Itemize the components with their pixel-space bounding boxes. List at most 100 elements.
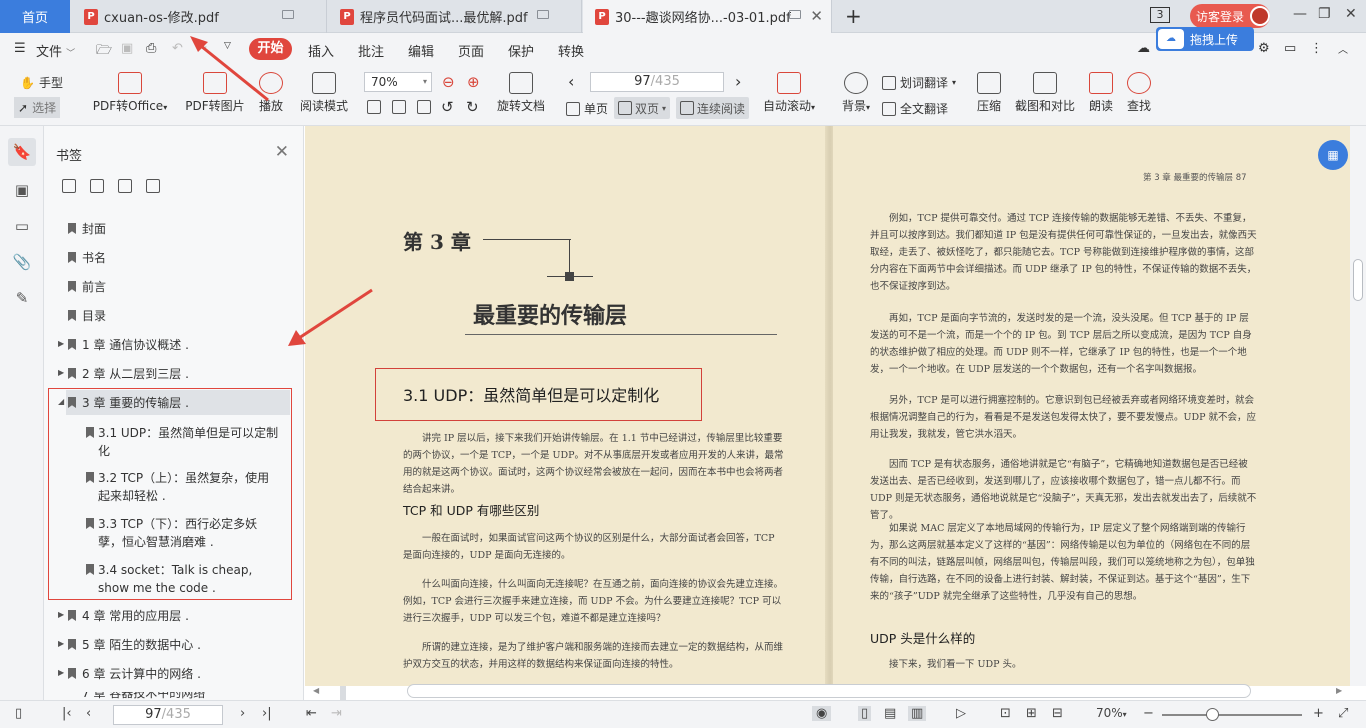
window-count-badge[interactable]: 3 bbox=[1150, 7, 1170, 23]
zoom-in-icon[interactable]: ⊕ bbox=[467, 73, 480, 91]
toggle-sidebar-icon[interactable]: ▯ bbox=[15, 706, 22, 721]
fit-page-icon[interactable]: ⊞ bbox=[1026, 706, 1037, 721]
menu-start[interactable]: 开始 bbox=[249, 38, 292, 60]
restore-icon[interactable]: ❐ bbox=[1318, 6, 1331, 22]
tab-document-3[interactable]: P 30---趣谈网络协...-03-01.pdf ✕ bbox=[583, 0, 832, 33]
last-page-icon[interactable]: ›| bbox=[262, 706, 272, 721]
new-tab-button[interactable]: + bbox=[845, 4, 862, 28]
scroll-right-icon[interactable]: ▶ bbox=[1336, 686, 1342, 695]
read-mode-button[interactable]: 阅读模式 bbox=[298, 72, 350, 114]
prev-page-icon[interactable]: ‹ bbox=[86, 706, 91, 721]
close-window-icon[interactable]: ✕ bbox=[1345, 6, 1357, 22]
actual-size-icon[interactable] bbox=[367, 100, 381, 114]
fit-width-icon[interactable] bbox=[417, 100, 431, 114]
zoom-out-icon[interactable]: ⊖ bbox=[442, 73, 455, 91]
annotation-icon[interactable]: ▭ bbox=[8, 212, 36, 240]
menu-insert[interactable]: 插入 bbox=[308, 41, 334, 60]
fit-page-icon[interactable] bbox=[392, 100, 406, 114]
open-folder-icon[interactable]: 🗁 bbox=[96, 41, 112, 63]
rotate-left-icon[interactable]: ↺ bbox=[441, 98, 454, 116]
menu-convert[interactable]: 转换 bbox=[558, 41, 584, 60]
expand-arrow-icon[interactable]: ▶ bbox=[58, 610, 64, 619]
minimize-icon[interactable]: — bbox=[1293, 6, 1307, 22]
single-page-view-icon[interactable]: ▯ bbox=[858, 706, 872, 721]
collapse-all-icon[interactable] bbox=[90, 179, 104, 193]
compress-button[interactable]: 压缩 bbox=[974, 72, 1004, 114]
zoom-slider[interactable] bbox=[1162, 714, 1302, 716]
rotate-document-button[interactable]: 旋转文档 bbox=[494, 72, 548, 114]
fit-width-icon[interactable]: ⊟ bbox=[1052, 706, 1063, 721]
fullscreen-icon[interactable]: ⤢ bbox=[1338, 706, 1348, 721]
actual-size-icon[interactable]: ⊡ bbox=[1000, 706, 1011, 721]
next-page-icon[interactable]: › bbox=[240, 706, 245, 721]
single-page-button[interactable]: 单页 bbox=[566, 100, 608, 117]
back-icon[interactable]: ⇤ bbox=[306, 706, 317, 721]
tab-document-1[interactable]: P cxuan-os-修改.pdf bbox=[72, 0, 327, 33]
expand-arrow-icon[interactable]: ▶ bbox=[58, 639, 64, 648]
read-aloud-button[interactable]: 朗读 bbox=[1086, 72, 1116, 114]
expand-arrow-icon[interactable]: ▶ bbox=[58, 368, 64, 377]
guest-login-button[interactable]: 访客登录 bbox=[1190, 4, 1270, 28]
first-page-icon[interactable]: |‹ bbox=[62, 706, 72, 721]
tab-home[interactable]: 首页 bbox=[0, 0, 70, 33]
document-viewer[interactable]: 第 3 章 最重要的传输层 3.1 UDP：虽然简单但是可以定制化 讲完 IP … bbox=[305, 126, 1350, 686]
status-page-input[interactable]: 97/435 bbox=[113, 705, 223, 725]
eye-protect-icon[interactable]: ◉ bbox=[812, 706, 832, 721]
chevron-down-icon[interactable]: ▽ bbox=[224, 41, 231, 51]
menu-edit[interactable]: 编辑 bbox=[408, 41, 434, 60]
select-tool[interactable]: ➚ 选择 bbox=[14, 97, 61, 118]
menu-file[interactable]: 文件 ﹀ bbox=[36, 41, 75, 60]
hamburger-icon[interactable]: ☰ bbox=[14, 41, 26, 56]
auto-scroll-button[interactable]: 自动滚动▾ bbox=[760, 72, 818, 114]
expand-arrow-icon[interactable]: ▶ bbox=[58, 339, 64, 348]
rotate-right-icon[interactable]: ↻ bbox=[466, 98, 479, 116]
hand-tool[interactable]: ✋ 手型 bbox=[20, 74, 63, 91]
attachment-icon[interactable]: 📎 bbox=[8, 248, 36, 276]
thumbnail-icon[interactable]: ▣ bbox=[8, 176, 36, 204]
double-page-button[interactable]: 双页 ▾ bbox=[614, 97, 671, 119]
double-page-view-icon[interactable]: ▥ bbox=[908, 706, 927, 721]
bookmark-outline-icon[interactable] bbox=[146, 179, 160, 193]
menu-page[interactable]: 页面 bbox=[458, 41, 484, 60]
close-tab-icon[interactable]: ✕ bbox=[810, 7, 823, 25]
full-translate-button[interactable]: 全文翻译 bbox=[882, 100, 948, 117]
bookmark-item[interactable]: 7 章 容器技术中的网络 bbox=[0, 692, 250, 700]
print-icon[interactable]: ⎙ bbox=[146, 41, 156, 56]
redo-icon[interactable]: ↷ bbox=[196, 41, 207, 56]
forward-icon[interactable]: ⇥ bbox=[331, 706, 342, 721]
zoom-in-icon[interactable]: + bbox=[1313, 706, 1324, 721]
page-number-input[interactable]: 97/435 bbox=[590, 72, 724, 92]
expand-all-icon[interactable] bbox=[62, 179, 76, 193]
horizontal-scrollbar[interactable] bbox=[407, 684, 1251, 698]
play-icon[interactable]: ▷ bbox=[956, 706, 966, 721]
zoom-slider-knob[interactable] bbox=[1206, 708, 1219, 721]
tab-document-2[interactable]: P 程序员代码面试...最优解.pdf bbox=[328, 0, 582, 33]
menu-comment[interactable]: 批注 bbox=[358, 41, 384, 60]
screenshot-compare-button[interactable]: 截图和对比 bbox=[1012, 72, 1078, 114]
bookmark-panel-icon[interactable]: 🔖 bbox=[8, 138, 36, 166]
add-bookmark-icon[interactable] bbox=[118, 179, 132, 193]
zoom-out-icon[interactable]: − bbox=[1143, 706, 1154, 721]
gear-icon[interactable]: ⚙ bbox=[1258, 41, 1270, 56]
monitor-icon[interactable] bbox=[537, 10, 549, 19]
more-icon[interactable]: ⋮ bbox=[1310, 41, 1323, 56]
zoom-select[interactable]: 70% ▾ bbox=[364, 72, 432, 92]
monitor-icon[interactable] bbox=[282, 10, 294, 19]
close-icon[interactable]: ✕ bbox=[275, 142, 289, 162]
monitor-icon[interactable] bbox=[789, 10, 801, 19]
undo-icon[interactable]: ↶ bbox=[172, 41, 183, 56]
floating-tool-button[interactable]: ▦ bbox=[1318, 140, 1348, 170]
prev-page-icon[interactable]: ‹ bbox=[568, 72, 574, 91]
play-button[interactable]: 播放 bbox=[256, 72, 286, 114]
signature-icon[interactable]: ✎ bbox=[8, 284, 36, 312]
continuous-read-button[interactable]: 连续阅读 bbox=[676, 97, 750, 119]
next-page-icon[interactable]: › bbox=[735, 72, 741, 91]
vertical-scrollbar[interactable] bbox=[1350, 126, 1366, 686]
menu-protect[interactable]: 保护 bbox=[508, 41, 534, 60]
comment-icon[interactable]: ▭ bbox=[1284, 41, 1296, 56]
scroll-thumb[interactable] bbox=[1353, 259, 1363, 301]
word-translate-button[interactable]: 划词翻译 ▾ bbox=[882, 74, 956, 91]
drag-upload-button[interactable]: ☁ 拖拽上传 bbox=[1156, 27, 1254, 51]
find-button[interactable]: 查找 bbox=[1124, 72, 1154, 114]
collapse-ribbon-icon[interactable]: ︿ bbox=[1338, 41, 1348, 56]
